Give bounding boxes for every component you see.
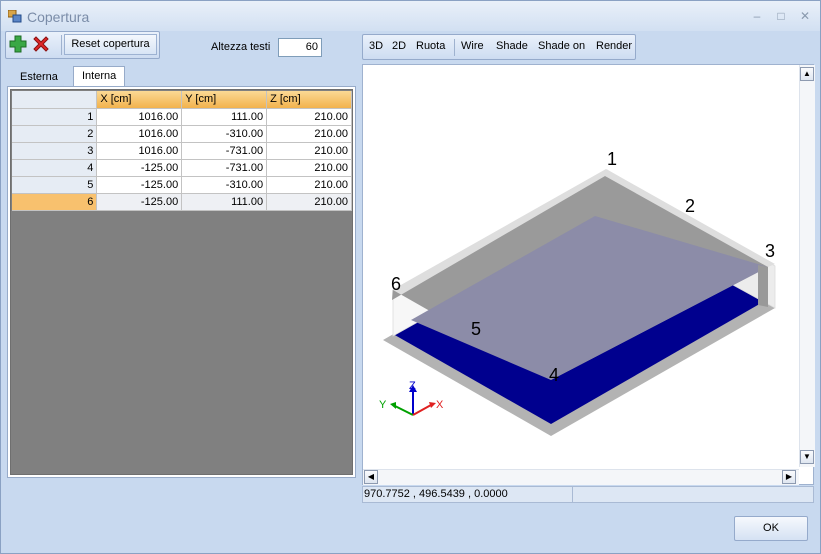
- cell-z[interactable]: 210.00: [266, 142, 352, 160]
- cell-z[interactable]: 210.00: [266, 125, 352, 143]
- table-row[interactable]: 4 -125.00 -731.00 210.00: [12, 159, 352, 177]
- ruota-button[interactable]: Ruota: [416, 40, 445, 52]
- maximize-icon[interactable]: □: [773, 9, 789, 23]
- y-axis-label: Y: [379, 399, 387, 411]
- coordinates-grid: X [cm] Y [cm] Z [cm] 1 1016.00 111.00 21…: [10, 89, 353, 475]
- ok-button[interactable]: OK: [734, 516, 808, 541]
- scroll-right-icon[interactable]: ▶: [782, 470, 796, 484]
- scroll-down-icon[interactable]: ▼: [800, 450, 814, 464]
- cell-x[interactable]: 1016.00: [96, 142, 183, 160]
- scroll-up-icon[interactable]: ▲: [800, 67, 814, 81]
- axis-gizmo: Z Y X: [379, 380, 444, 416]
- 3d-viewport[interactable]: 1 2 3 4 5 6 Z Y X ▲ ▼ ◀ ▶: [362, 64, 815, 485]
- render-button[interactable]: Render: [596, 40, 632, 52]
- cell-x[interactable]: -125.00: [96, 176, 183, 194]
- row-number[interactable]: 3: [12, 142, 98, 160]
- table-row[interactable]: 2 1016.00 -310.00 210.00: [12, 125, 352, 143]
- cell-z[interactable]: 210.00: [266, 193, 352, 211]
- row-number[interactable]: 6: [12, 193, 98, 211]
- window-title: Copertura: [27, 9, 90, 25]
- cell-y[interactable]: 111.00: [181, 108, 268, 126]
- minimize-icon[interactable]: –: [749, 9, 765, 23]
- cell-y[interactable]: -310.00: [181, 125, 268, 143]
- vertex-label-5: 5: [471, 319, 481, 339]
- grid-panel: X [cm] Y [cm] Z [cm] 1 1016.00 111.00 21…: [7, 86, 356, 478]
- reset-copertura-button[interactable]: Reset copertura: [64, 34, 157, 55]
- y-axis-line: [394, 405, 414, 416]
- coordinates-table: X [cm] Y [cm] Z [cm] 1 1016.00 111.00 21…: [12, 91, 352, 211]
- copertura-window: Copertura – □ ✕ Reset copertura Altezza …: [0, 0, 821, 554]
- x-axis-line: [412, 404, 432, 416]
- cell-y[interactable]: 111.00: [181, 193, 268, 211]
- header-x[interactable]: X [cm]: [96, 91, 183, 109]
- view-2d-button[interactable]: 2D: [392, 40, 406, 52]
- corner-cell[interactable]: [12, 91, 98, 109]
- cell-y[interactable]: -310.00: [181, 176, 268, 194]
- row-number[interactable]: 2: [12, 125, 98, 143]
- table-row-selected[interactable]: 6 -125.00 111.00 210.00: [12, 193, 352, 211]
- horizontal-scrollbar[interactable]: ◀ ▶: [363, 469, 799, 485]
- roof-side: [758, 265, 768, 307]
- title-bar: Copertura – □ ✕: [1, 1, 820, 31]
- cell-z[interactable]: 210.00: [266, 159, 352, 177]
- shade-button[interactable]: Shade: [496, 40, 528, 52]
- tab-esterna[interactable]: Esterna: [11, 67, 67, 87]
- 3d-scene[interactable]: 1 2 3 4 5 6 Z Y X: [363, 65, 799, 467]
- view-toolbar: 3D 2D Ruota Wire Shade Shade on Render: [362, 34, 636, 60]
- cursor-coordinates: 970.7752 , 496.5439 , 0.0000: [363, 487, 573, 502]
- view-3d-button[interactable]: 3D: [369, 40, 383, 52]
- shade-on-button[interactable]: Shade on: [538, 40, 585, 52]
- cell-z[interactable]: 210.00: [266, 108, 352, 126]
- cell-z[interactable]: 210.00: [266, 176, 352, 194]
- point-toolbar: Reset copertura: [5, 31, 160, 59]
- row-number[interactable]: 5: [12, 176, 98, 194]
- row-number[interactable]: 1: [12, 108, 98, 126]
- tab-strip: Esterna Interna: [7, 65, 356, 88]
- add-point-icon[interactable]: [9, 35, 27, 53]
- delete-point-icon[interactable]: [32, 35, 50, 53]
- close-icon[interactable]: ✕: [797, 9, 813, 23]
- scroll-left-icon[interactable]: ◀: [364, 470, 378, 484]
- cell-y[interactable]: -731.00: [181, 159, 268, 177]
- tab-interna[interactable]: Interna: [73, 66, 126, 88]
- y-axis-arrow: [390, 402, 396, 409]
- vertex-label-2: 2: [685, 196, 695, 216]
- altezza-testi-label: Altezza testi: [211, 41, 271, 53]
- wire-button[interactable]: Wire: [461, 40, 484, 52]
- cell-x[interactable]: -125.00: [96, 159, 183, 177]
- toolbar-separator: [61, 35, 62, 55]
- cell-x[interactable]: 1016.00: [96, 125, 183, 143]
- vertex-label-4: 4: [549, 365, 559, 385]
- cell-x[interactable]: 1016.00: [96, 108, 183, 126]
- row-number[interactable]: 4: [12, 159, 98, 177]
- status-bar: 970.7752 , 496.5439 , 0.0000: [362, 486, 814, 503]
- header-z[interactable]: Z [cm]: [266, 91, 352, 109]
- altezza-testi-input[interactable]: 60: [278, 38, 322, 57]
- x-axis-arrow: [429, 402, 436, 408]
- table-row[interactable]: 3 1016.00 -731.00 210.00: [12, 142, 352, 160]
- view-toolbar-separator: [454, 39, 455, 56]
- header-y[interactable]: Y [cm]: [181, 91, 268, 109]
- x-axis-label: X: [436, 399, 444, 411]
- vertex-label-1: 1: [607, 149, 617, 169]
- vertex-label-3: 3: [765, 241, 775, 261]
- table-row[interactable]: 5 -125.00 -310.00 210.00: [12, 176, 352, 194]
- table-row[interactable]: 1 1016.00 111.00 210.00: [12, 108, 352, 126]
- z-axis-label: Z: [409, 380, 416, 392]
- app-icon: [8, 10, 22, 23]
- cell-y[interactable]: -731.00: [181, 142, 268, 160]
- vertical-scrollbar[interactable]: ▲ ▼: [799, 65, 815, 467]
- vertex-label-6: 6: [391, 274, 401, 294]
- header-row: X [cm] Y [cm] Z [cm]: [12, 91, 352, 109]
- cell-x[interactable]: -125.00: [96, 193, 183, 211]
